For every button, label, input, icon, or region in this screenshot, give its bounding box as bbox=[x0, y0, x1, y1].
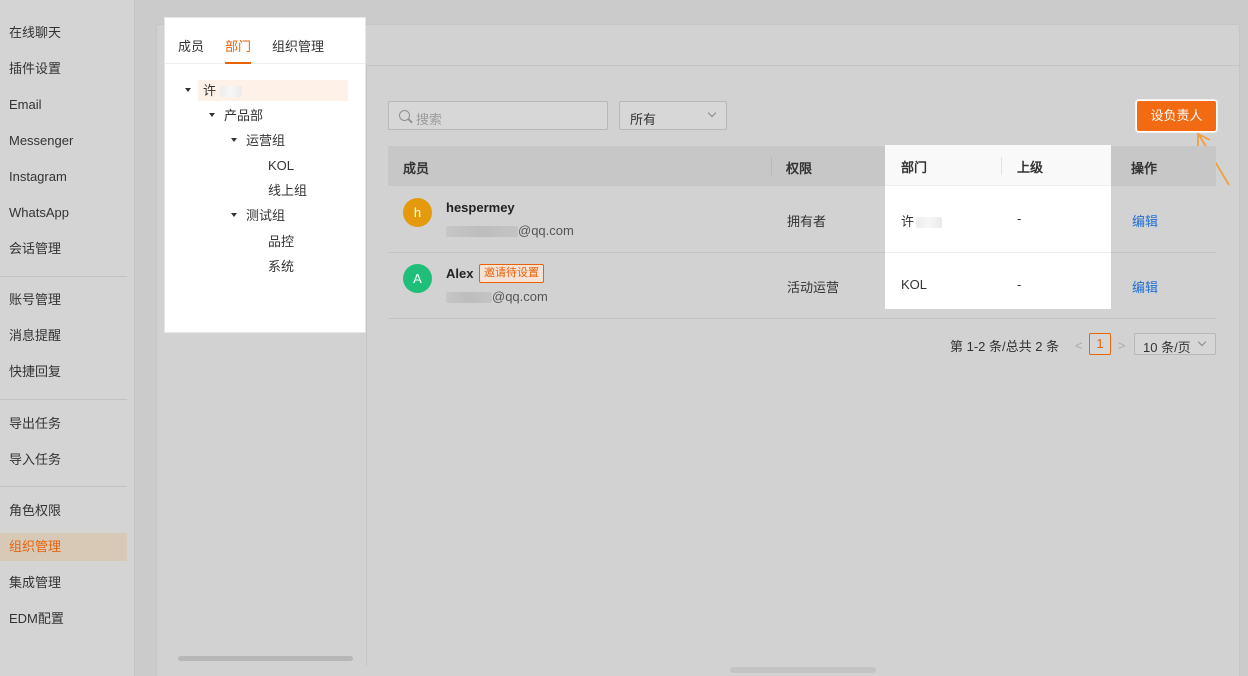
sidebar-item-quick-replies[interactable]: 快捷回复 bbox=[0, 358, 127, 386]
sidebar-item-email[interactable]: Email bbox=[0, 91, 127, 119]
column-header-action: 操作 bbox=[1131, 161, 1158, 176]
status-badge: 邀请待设置 bbox=[479, 264, 544, 283]
tree-node-kol[interactable]: KOL bbox=[268, 155, 294, 176]
sidebar-item-whatsapp[interactable]: WhatsApp bbox=[0, 199, 127, 227]
next-page-icon[interactable]: > bbox=[1118, 338, 1126, 353]
row-divider bbox=[388, 318, 1216, 319]
search-input[interactable]: 搜索 bbox=[388, 101, 608, 130]
sidebar-item-import-tasks[interactable]: 导入任务 bbox=[0, 446, 127, 474]
sidebar-item-messenger[interactable]: Messenger bbox=[0, 127, 127, 155]
tree-node-operations-group[interactable]: 运营组 bbox=[231, 130, 286, 151]
prev-page-icon[interactable]: < bbox=[1075, 338, 1083, 353]
tab-bar: 成员 部门 组织管理 bbox=[165, 18, 365, 64]
row-divider bbox=[885, 252, 1111, 253]
department-superior-columns: 部门 上级 许 - KOL - bbox=[885, 145, 1111, 309]
permission-filter-select[interactable]: 所有 bbox=[619, 101, 727, 130]
column-header-member: 成员 bbox=[403, 161, 430, 176]
sidebar-item-instagram[interactable]: Instagram bbox=[0, 163, 127, 191]
page-button-1[interactable]: 1 bbox=[1089, 333, 1111, 355]
tree-horizontal-scrollbar[interactable] bbox=[178, 656, 353, 661]
tree-node-label: 运营组 bbox=[246, 133, 286, 148]
redacted-text bbox=[916, 217, 943, 229]
page-size-value: 10 条/页 bbox=[1143, 340, 1191, 355]
sidebar-divider bbox=[0, 486, 127, 487]
sidebar-item-conversation-management[interactable]: 会话管理 bbox=[0, 235, 127, 263]
sidebar-item-live-chat[interactable]: 在线聊天 bbox=[0, 19, 127, 47]
member-name: Alex bbox=[446, 266, 474, 281]
email-text: @qq.com bbox=[518, 223, 574, 238]
edit-link[interactable]: 编辑 bbox=[1132, 211, 1158, 230]
search-icon bbox=[399, 110, 410, 121]
tree-node-label: 许 bbox=[203, 83, 217, 98]
sidebar-item-plugin-settings[interactable]: 插件设置 bbox=[0, 55, 127, 83]
column-header-department: 部门 bbox=[901, 160, 928, 175]
column-separator bbox=[771, 157, 772, 175]
department-tree-panel: 成员 部门 组织管理 许 产品部 运营组 KOL 线上组 测试组 品控 系统 bbox=[165, 18, 365, 332]
cell-department: 许 bbox=[901, 211, 943, 230]
member-email: @qq.com bbox=[446, 289, 548, 304]
tree-node-quality-control[interactable]: 品控 bbox=[268, 231, 294, 252]
cell-superior: - bbox=[1017, 277, 1022, 292]
sidebar-item-export-tasks[interactable]: 导出任务 bbox=[0, 410, 127, 438]
tree-node-label: 系统 bbox=[268, 259, 295, 274]
column-header-superior: 上级 bbox=[1017, 160, 1044, 175]
tree-node-root[interactable]: 许 bbox=[185, 80, 348, 101]
caret-down-icon[interactable] bbox=[231, 138, 237, 142]
chevron-down-icon bbox=[1197, 337, 1207, 347]
caret-down-icon[interactable] bbox=[231, 213, 237, 217]
avatar: h bbox=[403, 198, 432, 227]
column-separator bbox=[1001, 157, 1002, 175]
column-header-permission: 权限 bbox=[786, 161, 813, 176]
sidebar: 在线聊天 插件设置 Email Messenger Instagram What… bbox=[0, 0, 135, 676]
cell-permission: 拥有者 bbox=[787, 214, 827, 229]
redacted-text bbox=[219, 86, 242, 98]
sidebar-item-edm-config[interactable]: EDM配置 bbox=[0, 605, 127, 633]
column-header-group: 部门 上级 bbox=[885, 145, 1111, 186]
tree-node-label: KOL bbox=[268, 158, 295, 173]
caret-down-icon[interactable] bbox=[185, 88, 191, 92]
email-text: @qq.com bbox=[492, 289, 548, 304]
card-header-divider bbox=[366, 65, 1240, 66]
member-name: hespermey bbox=[446, 200, 515, 215]
sidebar-item-integration-management[interactable]: 集成管理 bbox=[0, 569, 127, 597]
cell-department: KOL bbox=[901, 277, 928, 292]
filter-selected-value: 所有 bbox=[630, 112, 657, 127]
sidebar-item-message-alerts[interactable]: 消息提醒 bbox=[0, 322, 127, 350]
tab-departments[interactable]: 部门 bbox=[225, 36, 251, 55]
tree-node-label: 测试组 bbox=[246, 208, 286, 223]
department-text: 许 bbox=[901, 214, 915, 229]
tree-node-online-group[interactable]: 线上组 bbox=[268, 180, 307, 201]
page-size-select[interactable]: 10 条/页 bbox=[1134, 333, 1216, 355]
tree-node-label: 品控 bbox=[268, 234, 295, 249]
tree-node-label: 线上组 bbox=[268, 183, 308, 198]
tab-organization-management[interactable]: 组织管理 bbox=[272, 36, 324, 55]
search-placeholder: 搜索 bbox=[416, 112, 443, 127]
tree-panel-divider bbox=[366, 66, 367, 666]
sidebar-item-account-management[interactable]: 账号管理 bbox=[0, 286, 127, 314]
active-tab-indicator bbox=[225, 62, 251, 64]
tree-node-label: 产品部 bbox=[224, 108, 264, 123]
tab-members[interactable]: 成员 bbox=[178, 36, 204, 55]
edit-link[interactable]: 编辑 bbox=[1132, 277, 1158, 296]
cell-permission: 活动运营 bbox=[787, 280, 840, 295]
caret-down-icon[interactable] bbox=[209, 113, 215, 117]
chevron-down-icon bbox=[707, 108, 717, 118]
sidebar-item-organization-management[interactable]: 组织管理 bbox=[0, 533, 127, 561]
table-horizontal-scrollbar[interactable] bbox=[730, 667, 876, 673]
sidebar-divider bbox=[0, 276, 127, 277]
redacted-text bbox=[446, 292, 492, 304]
cell-superior: - bbox=[1017, 211, 1022, 226]
tree-node-system[interactable]: 系统 bbox=[268, 256, 294, 277]
sidebar-divider bbox=[0, 399, 127, 400]
member-email: @qq.com bbox=[446, 223, 574, 238]
avatar: A bbox=[403, 264, 432, 293]
pagination-summary: 第 1-2 条/总共 2 条 bbox=[950, 339, 1060, 354]
tree-node-product-dept[interactable]: 产品部 bbox=[209, 105, 264, 126]
redacted-text bbox=[446, 226, 518, 238]
sidebar-item-role-permissions[interactable]: 角色权限 bbox=[0, 497, 127, 525]
tree-node-test-group[interactable]: 测试组 bbox=[231, 205, 286, 226]
